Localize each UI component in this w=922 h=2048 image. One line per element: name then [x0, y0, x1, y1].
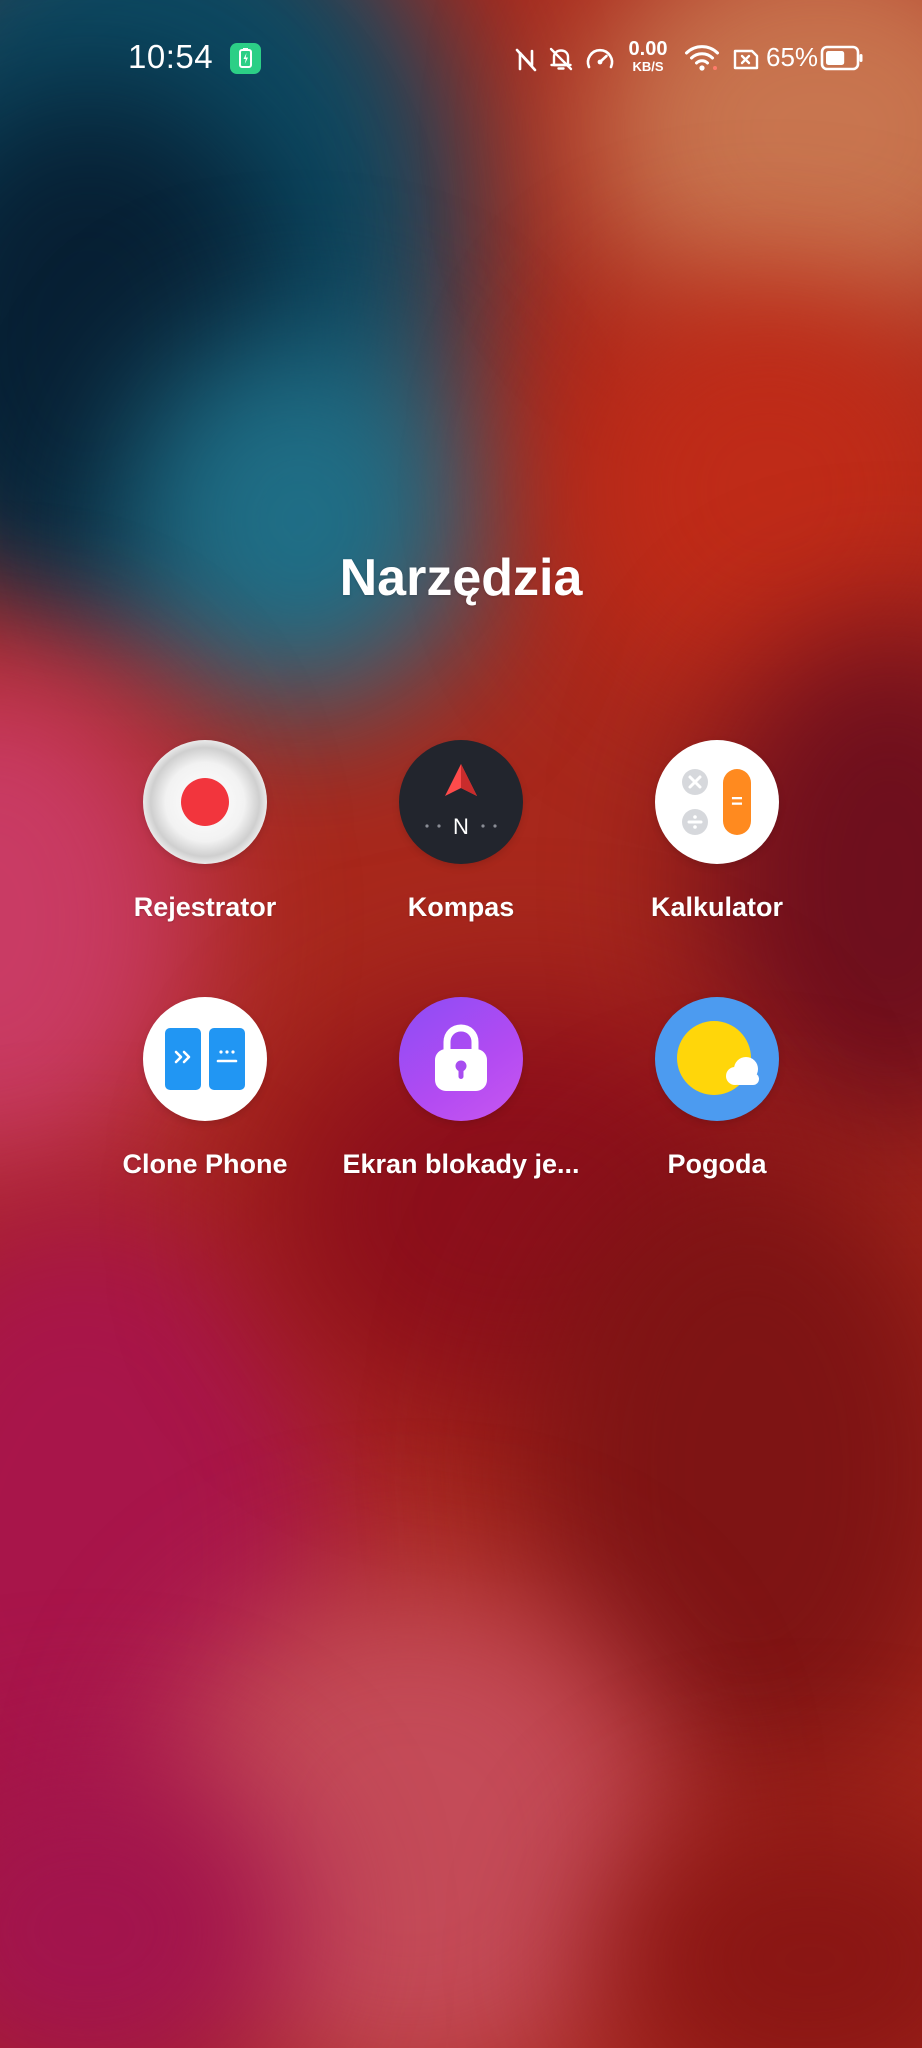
calculator-equals-label: =: [731, 791, 743, 813]
app-kalkulator[interactable]: = Kalkulator: [612, 740, 822, 940]
no-sim-icon: [732, 46, 760, 77]
app-label: Rejestrator: [133, 892, 277, 922]
status-time: 10:54: [128, 38, 214, 75]
speedometer-icon: [584, 44, 616, 79]
bell-off-icon: [546, 44, 576, 79]
app-pogoda[interactable]: Pogoda: [612, 997, 822, 1197]
app-label: Kompas: [407, 892, 515, 922]
weather-icon: [655, 997, 779, 1121]
app-label: Clone Phone: [122, 1149, 288, 1179]
compass-north-label: N: [453, 814, 469, 839]
clone-phone-icon: [143, 997, 267, 1121]
nfc-off-icon: [512, 46, 540, 79]
network-speed: 0.00 KB/S: [626, 39, 670, 73]
folder-title: Narzędzia: [339, 549, 583, 607]
recorder-icon: [143, 740, 267, 864]
network-speed-value: 0.00: [628, 38, 668, 60]
app-kompas[interactable]: N Kompas: [356, 740, 566, 940]
compass-icon: N: [399, 740, 523, 864]
calculator-icon: =: [655, 740, 779, 864]
battery-icon: [820, 45, 864, 76]
battery-percent: 65%: [766, 42, 819, 72]
app-ekran-blokady[interactable]: Ekran blokady je...: [342, 997, 580, 1197]
battery-saver-icon: [230, 43, 261, 74]
lock-icon: [399, 997, 523, 1121]
status-bar: 10:54 0.00 KB/S 65%: [0, 0, 922, 118]
wifi-icon: [684, 43, 720, 78]
app-label: Ekran blokady je...: [342, 1149, 580, 1179]
network-speed-unit: KB/S: [632, 59, 664, 74]
app-label: Kalkulator: [650, 892, 784, 922]
app-label: Pogoda: [667, 1149, 767, 1179]
app-rejestrator[interactable]: Rejestrator: [100, 740, 310, 940]
app-clone-phone[interactable]: Clone Phone: [100, 997, 310, 1197]
